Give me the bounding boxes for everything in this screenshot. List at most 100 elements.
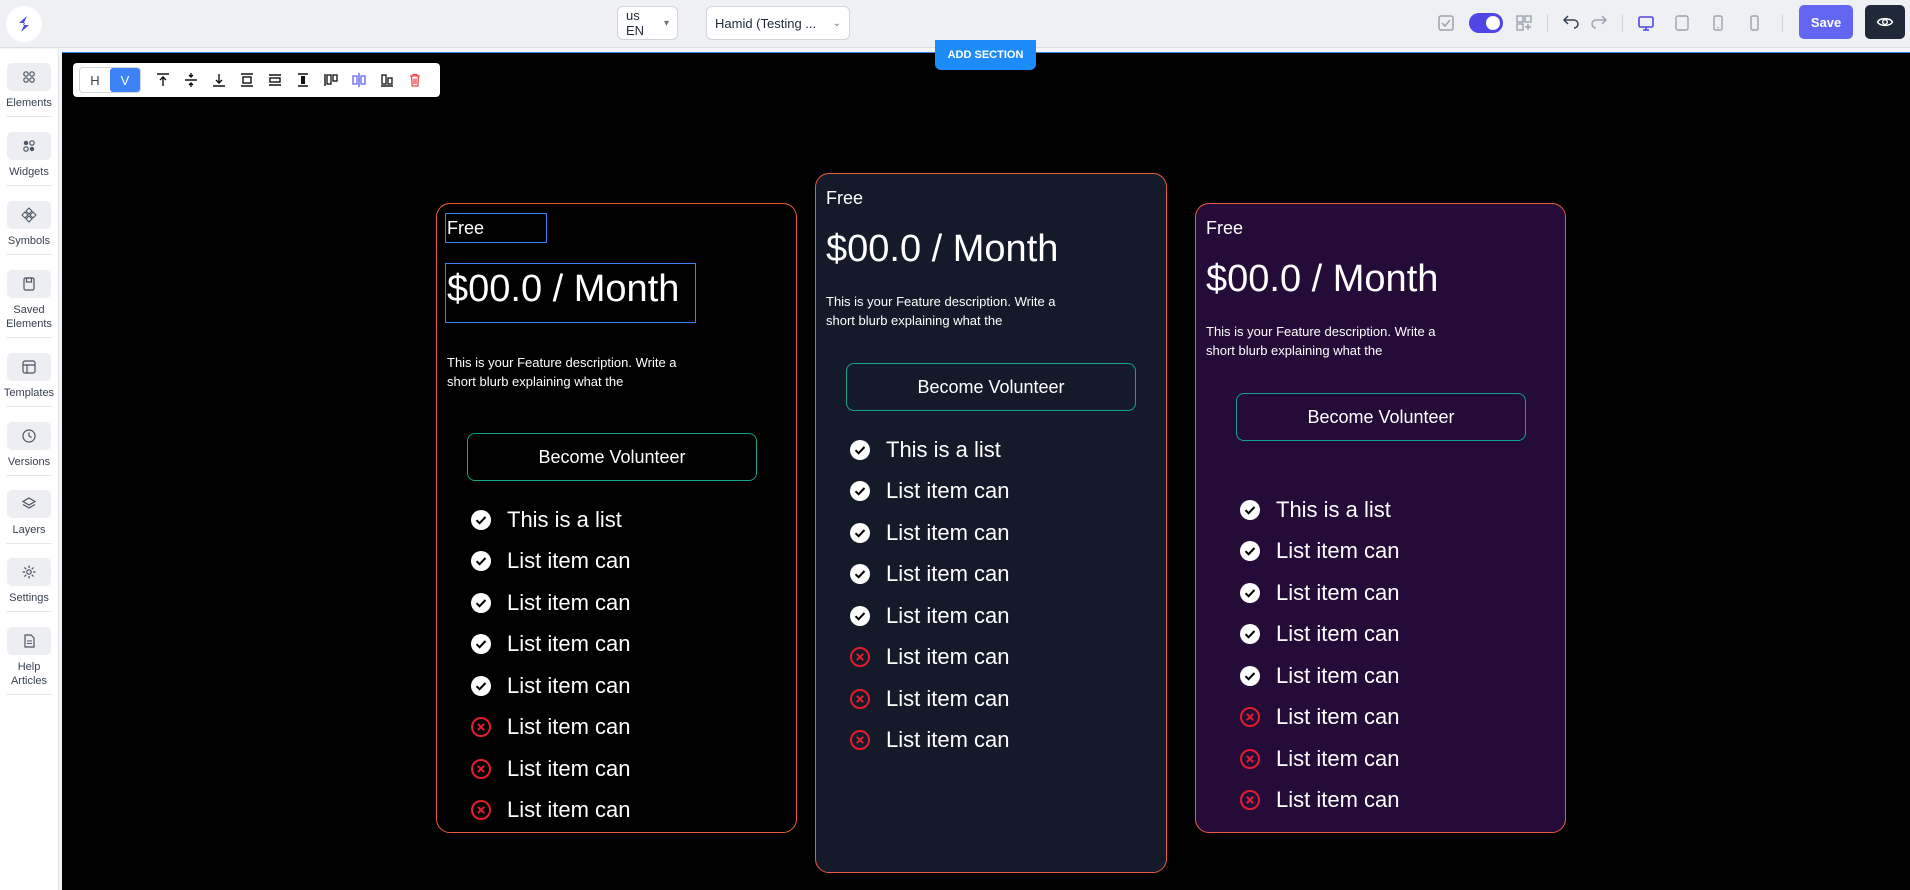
user-select[interactable]: Hamid (Testing ... ⌄ [706, 6, 850, 40]
list-item[interactable]: List item can [469, 707, 631, 749]
plan-price[interactable]: $00.0 / Month [447, 268, 679, 311]
sidebar-item-label: Versions [7, 456, 51, 468]
redo-icon[interactable] [1588, 12, 1610, 34]
check-circle-icon [848, 562, 872, 586]
cross-circle-icon [848, 728, 872, 752]
trash-icon[interactable] [401, 67, 429, 93]
plan-description[interactable]: This is your Feature description. Write … [1206, 322, 1466, 360]
list-item[interactable]: List item can [848, 512, 1010, 554]
sidebar-item-widgets[interactable]: Widgets [0, 132, 58, 186]
widgets-icon [7, 132, 51, 160]
list-item[interactable]: List item can [848, 678, 1010, 720]
list-item-text: List item can [1276, 621, 1400, 647]
sidebar-item-help-articles[interactable]: Help Articles [0, 627, 58, 695]
list-item-text: List item can [507, 797, 631, 823]
app-logo[interactable] [6, 6, 42, 42]
justify-start-icon[interactable] [317, 67, 345, 93]
sidebar-item-label: Layers [12, 524, 46, 536]
space-around-icon[interactable] [261, 67, 289, 93]
list-item-text: This is a list [507, 506, 622, 532]
sidebar-item-settings[interactable]: Settings [0, 558, 58, 612]
sidebar-item-saved-elements[interactable]: Saved Elements [0, 270, 58, 338]
grid-icon[interactable] [1513, 12, 1535, 34]
stretch-icon[interactable] [289, 67, 317, 93]
list-item[interactable]: List item can [469, 748, 631, 790]
divider [6, 185, 52, 186]
plan-description[interactable]: This is your Feature description. Write … [826, 292, 1086, 330]
sidebar-item-templates[interactable]: Templates [0, 353, 58, 407]
list-item[interactable]: This is a list [469, 499, 631, 541]
list-item[interactable]: List item can [848, 720, 1010, 762]
list-item[interactable]: List item can [469, 624, 631, 666]
list-item[interactable]: List item can [1238, 531, 1400, 573]
list-item-text: List item can [886, 644, 1010, 670]
align-middle-icon[interactable] [177, 67, 205, 93]
undo-icon[interactable] [1560, 12, 1582, 34]
list-item[interactable]: List item can [1238, 572, 1400, 614]
list-item-text: This is a list [886, 436, 1001, 462]
chevron-down-icon: ▾ [663, 17, 669, 29]
become-volunteer-button[interactable]: Become Volunteer [846, 363, 1136, 411]
list-item[interactable]: List item can [848, 595, 1010, 637]
add-section-button[interactable]: ADD SECTION [935, 40, 1036, 70]
list-item[interactable]: List item can [469, 582, 631, 624]
list-item-text: List item can [886, 685, 1010, 711]
vertical-button[interactable]: V [110, 68, 140, 92]
mode-toggle[interactable] [1469, 13, 1503, 33]
desktop-view-icon[interactable] [1635, 12, 1657, 34]
plan-name[interactable]: Free [826, 188, 863, 209]
pricing-card-2[interactable]: Free $00.0 / Month This is your Feature … [815, 173, 1167, 873]
sidebar-item-layers[interactable]: Layers [0, 490, 58, 544]
plan-price[interactable]: $00.0 / Month [1206, 258, 1438, 301]
list-item-text: List item can [886, 727, 1010, 753]
save-button[interactable]: Save [1799, 5, 1853, 39]
align-bottom-icon[interactable] [205, 67, 233, 93]
check-circle-icon [469, 508, 493, 532]
list-item[interactable]: List item can [469, 790, 631, 832]
list-item[interactable]: List item can [1238, 697, 1400, 739]
check-circle-icon [848, 479, 872, 503]
sidebar-item-versions[interactable]: Versions [0, 422, 58, 476]
plan-description[interactable]: This is your Feature description. Write … [447, 353, 707, 391]
layers-icon [7, 490, 51, 518]
mobile-small-view-icon[interactable] [1743, 12, 1765, 34]
check-circle-icon [1238, 539, 1262, 563]
list-item[interactable]: List item can [1238, 614, 1400, 656]
space-between-icon[interactable] [233, 67, 261, 93]
list-item[interactable]: List item can [1238, 655, 1400, 697]
justify-center-icon[interactable] [345, 67, 373, 93]
pricing-card-1[interactable]: Free $00.0 / Month This is your Feature … [436, 203, 797, 833]
list-item[interactable]: List item can [848, 637, 1010, 679]
list-item-text: List item can [1276, 787, 1400, 813]
list-item[interactable]: This is a list [1238, 489, 1400, 531]
become-volunteer-button[interactable]: Become Volunteer [1236, 393, 1526, 441]
sidebar-item-symbols[interactable]: Symbols [0, 201, 58, 255]
plan-name[interactable]: Free [1206, 218, 1243, 239]
plan-price[interactable]: $00.0 / Month [826, 228, 1058, 271]
checklist-icon[interactable] [1435, 12, 1457, 34]
list-item[interactable]: This is a list [848, 429, 1010, 471]
tablet-view-icon[interactable] [1671, 12, 1693, 34]
become-volunteer-button[interactable]: Become Volunteer [467, 433, 757, 481]
elements-icon [7, 63, 51, 91]
preview-button[interactable] [1865, 5, 1905, 39]
horizontal-button[interactable]: H [80, 68, 110, 92]
list-item[interactable]: List item can [469, 541, 631, 583]
sidebar-item-elements[interactable]: Elements [0, 63, 58, 117]
language-select[interactable]: us EN ▾ [617, 6, 678, 40]
list-item-text: List item can [1276, 704, 1400, 730]
align-top-icon[interactable] [149, 67, 177, 93]
cross-circle-icon [469, 757, 493, 781]
mobile-view-icon[interactable] [1707, 12, 1729, 34]
justify-end-icon[interactable] [373, 67, 401, 93]
list-item[interactable]: List item can [1238, 738, 1400, 780]
list-item[interactable]: List item can [1238, 780, 1400, 822]
plan-name[interactable]: Free [447, 218, 484, 239]
list-item[interactable]: List item can [848, 471, 1010, 513]
list-item[interactable]: List item can [848, 554, 1010, 596]
pricing-card-3[interactable]: Free $00.0 / Month This is your Feature … [1195, 203, 1566, 833]
left-sidebar: Elements Widgets Symbols Saved Elements … [0, 49, 59, 890]
list-item[interactable]: List item can [469, 665, 631, 707]
symbols-icon [7, 201, 51, 229]
divider [6, 475, 52, 476]
